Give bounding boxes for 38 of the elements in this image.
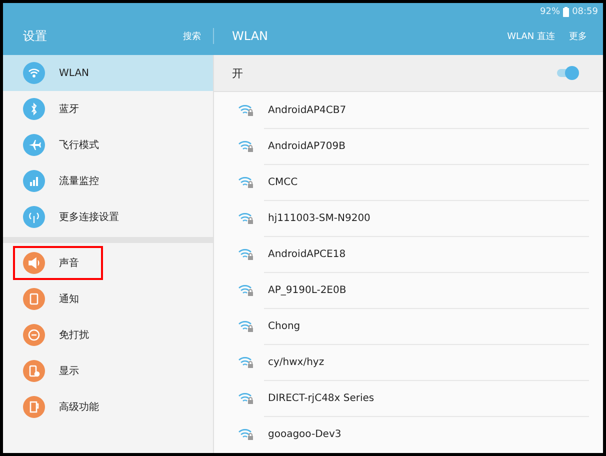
- switch-label: 开: [232, 66, 243, 80]
- wifi-lock-icon: [238, 211, 254, 225]
- wifi-lock-icon: [238, 355, 254, 369]
- network-item[interactable]: AP_9190L-2E0B: [214, 272, 603, 308]
- wifi-lock-icon: [238, 103, 254, 117]
- sidebar-item[interactable]: WLAN: [3, 55, 213, 91]
- wifi-lock-icon: [238, 139, 254, 153]
- wlan-toggle[interactable]: [557, 66, 579, 80]
- sidebar-item[interactable]: 蓝牙: [3, 91, 213, 127]
- network-item[interactable]: cy/hwx/hyz: [214, 344, 603, 380]
- wifi-lock-icon: [238, 319, 254, 333]
- sidebar-item[interactable]: 高级功能: [3, 389, 213, 425]
- battery-icon: [563, 7, 570, 17]
- sidebar-item[interactable]: 更多连接设置: [3, 199, 213, 235]
- network-item[interactable]: hj111003-SM-N9200: [214, 200, 603, 236]
- wifi-lock-icon: [238, 427, 254, 441]
- page-title: WLAN: [232, 29, 268, 43]
- network-item[interactable]: Chong: [214, 308, 603, 344]
- wifi-lock-icon: [238, 247, 254, 261]
- network-item[interactable]: CMCC: [214, 164, 603, 200]
- wifi-lock-icon: [238, 283, 254, 297]
- sidebar-item[interactable]: 显示: [3, 353, 213, 389]
- highlight-frame: 声音: [13, 246, 103, 280]
- network-item[interactable]: AndroidAP709B: [214, 128, 603, 164]
- wifi-lock-icon: [238, 175, 254, 189]
- sidebar-item[interactable]: 流量监控: [3, 163, 213, 199]
- clock-text: 08:59: [572, 7, 598, 17]
- network-item[interactable]: AndroidAPCE18: [214, 236, 603, 272]
- sidebar-item[interactable]: 声音: [3, 245, 213, 281]
- settings-title: 设置: [23, 28, 47, 44]
- wifi-lock-icon: [238, 391, 254, 405]
- network-item[interactable]: AndroidAP4CB7: [214, 92, 603, 128]
- sidebar-item[interactable]: 通知: [3, 281, 213, 317]
- sidebar-item[interactable]: 免打扰: [3, 317, 213, 353]
- network-item[interactable]: DIRECT-rjC48x Series: [214, 380, 603, 416]
- battery-text: 92%: [540, 7, 560, 17]
- network-item[interactable]: gooagoo-Dev3: [214, 416, 603, 452]
- sidebar-item[interactable]: 飞行模式: [3, 127, 213, 163]
